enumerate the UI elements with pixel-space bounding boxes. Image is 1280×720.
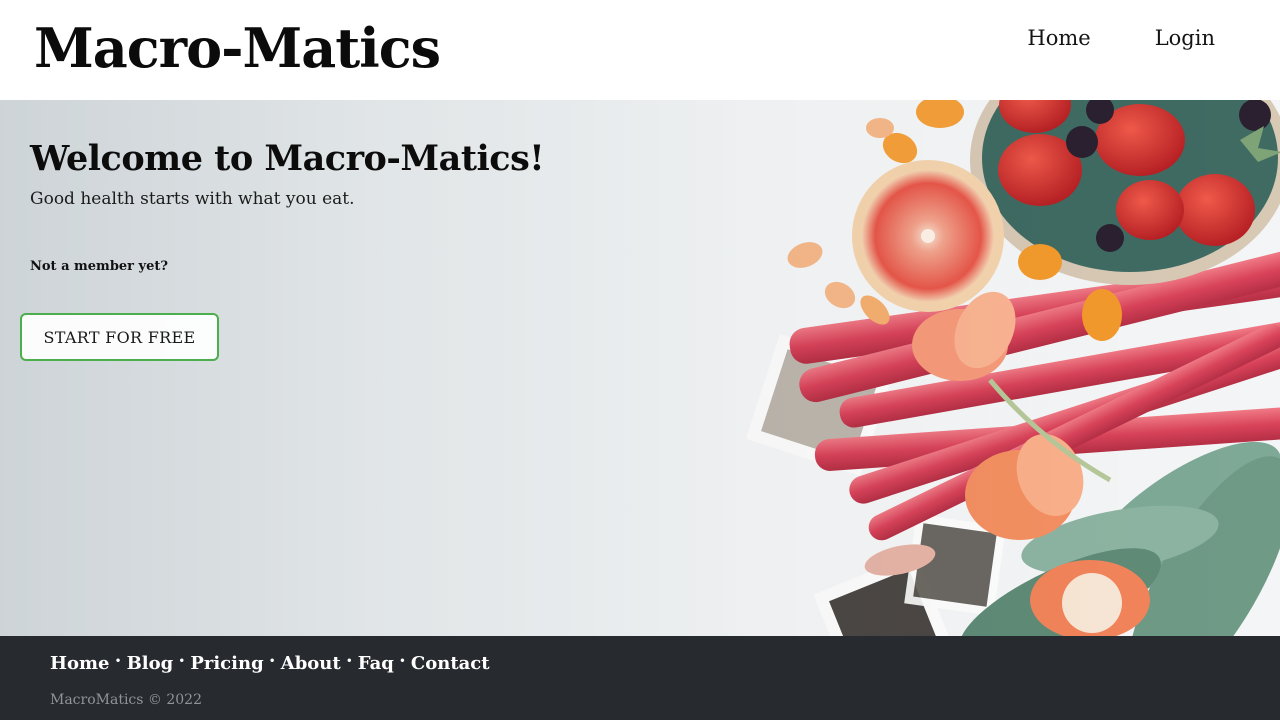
footer-nav: Home • Blog • Pricing • About • Faq • Co…	[50, 653, 490, 674]
footer-separator: •	[398, 653, 406, 668]
main-nav: Home Login	[1027, 26, 1215, 50]
hero-title: Welcome to Macro-Matics!	[30, 138, 545, 179]
footer-pricing-link[interactable]: Pricing	[190, 653, 263, 674]
site-header: Macro-Matics Home Login	[0, 0, 1280, 100]
start-for-free-button[interactable]: START FOR FREE	[20, 313, 219, 361]
member-prompt: Not a member yet?	[30, 259, 168, 274]
hero-tagline: Good health starts with what you eat.	[30, 189, 355, 209]
footer-blog-link[interactable]: Blog	[127, 653, 174, 674]
hero-section: Welcome to Macro-Matics! Good health sta…	[0, 100, 1280, 636]
footer-separator: •	[345, 653, 353, 668]
copyright-text: MacroMatics © 2022	[50, 692, 202, 708]
footer-separator: •	[268, 653, 276, 668]
footer-contact-link[interactable]: Contact	[411, 653, 490, 674]
footer-home-link[interactable]: Home	[50, 653, 110, 674]
footer-about-link[interactable]: About	[281, 653, 341, 674]
site-logo[interactable]: Macro-Matics	[34, 16, 441, 80]
site-footer: Home • Blog • Pricing • About • Faq • Co…	[0, 636, 1280, 720]
footer-separator: •	[114, 653, 122, 668]
footer-separator: •	[178, 653, 186, 668]
footer-faq-link[interactable]: Faq	[358, 653, 394, 674]
food-photo	[0, 100, 1280, 636]
nav-home-link[interactable]: Home	[1027, 26, 1090, 50]
nav-login-link[interactable]: Login	[1155, 26, 1215, 50]
